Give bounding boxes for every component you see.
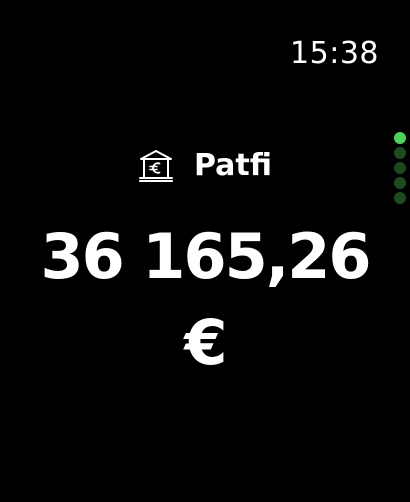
page-dot <box>394 147 406 159</box>
watch-screen: 15:38 Patfi 36 165,26 € <box>0 0 410 502</box>
app-name: Patfi <box>193 148 272 183</box>
status-time: 15:38 <box>290 36 379 71</box>
balance-amount: 36 165,26 <box>40 220 371 293</box>
page-dot <box>394 162 406 174</box>
balance-currency: € <box>184 306 227 379</box>
page-dot <box>394 132 406 144</box>
page-dot <box>394 192 406 204</box>
app-header: Patfi <box>0 146 410 186</box>
page-dot <box>394 177 406 189</box>
bank-euro-icon <box>138 148 174 184</box>
balance-display[interactable]: 36 165,26 € <box>0 214 410 386</box>
page-indicator[interactable] <box>393 132 407 204</box>
